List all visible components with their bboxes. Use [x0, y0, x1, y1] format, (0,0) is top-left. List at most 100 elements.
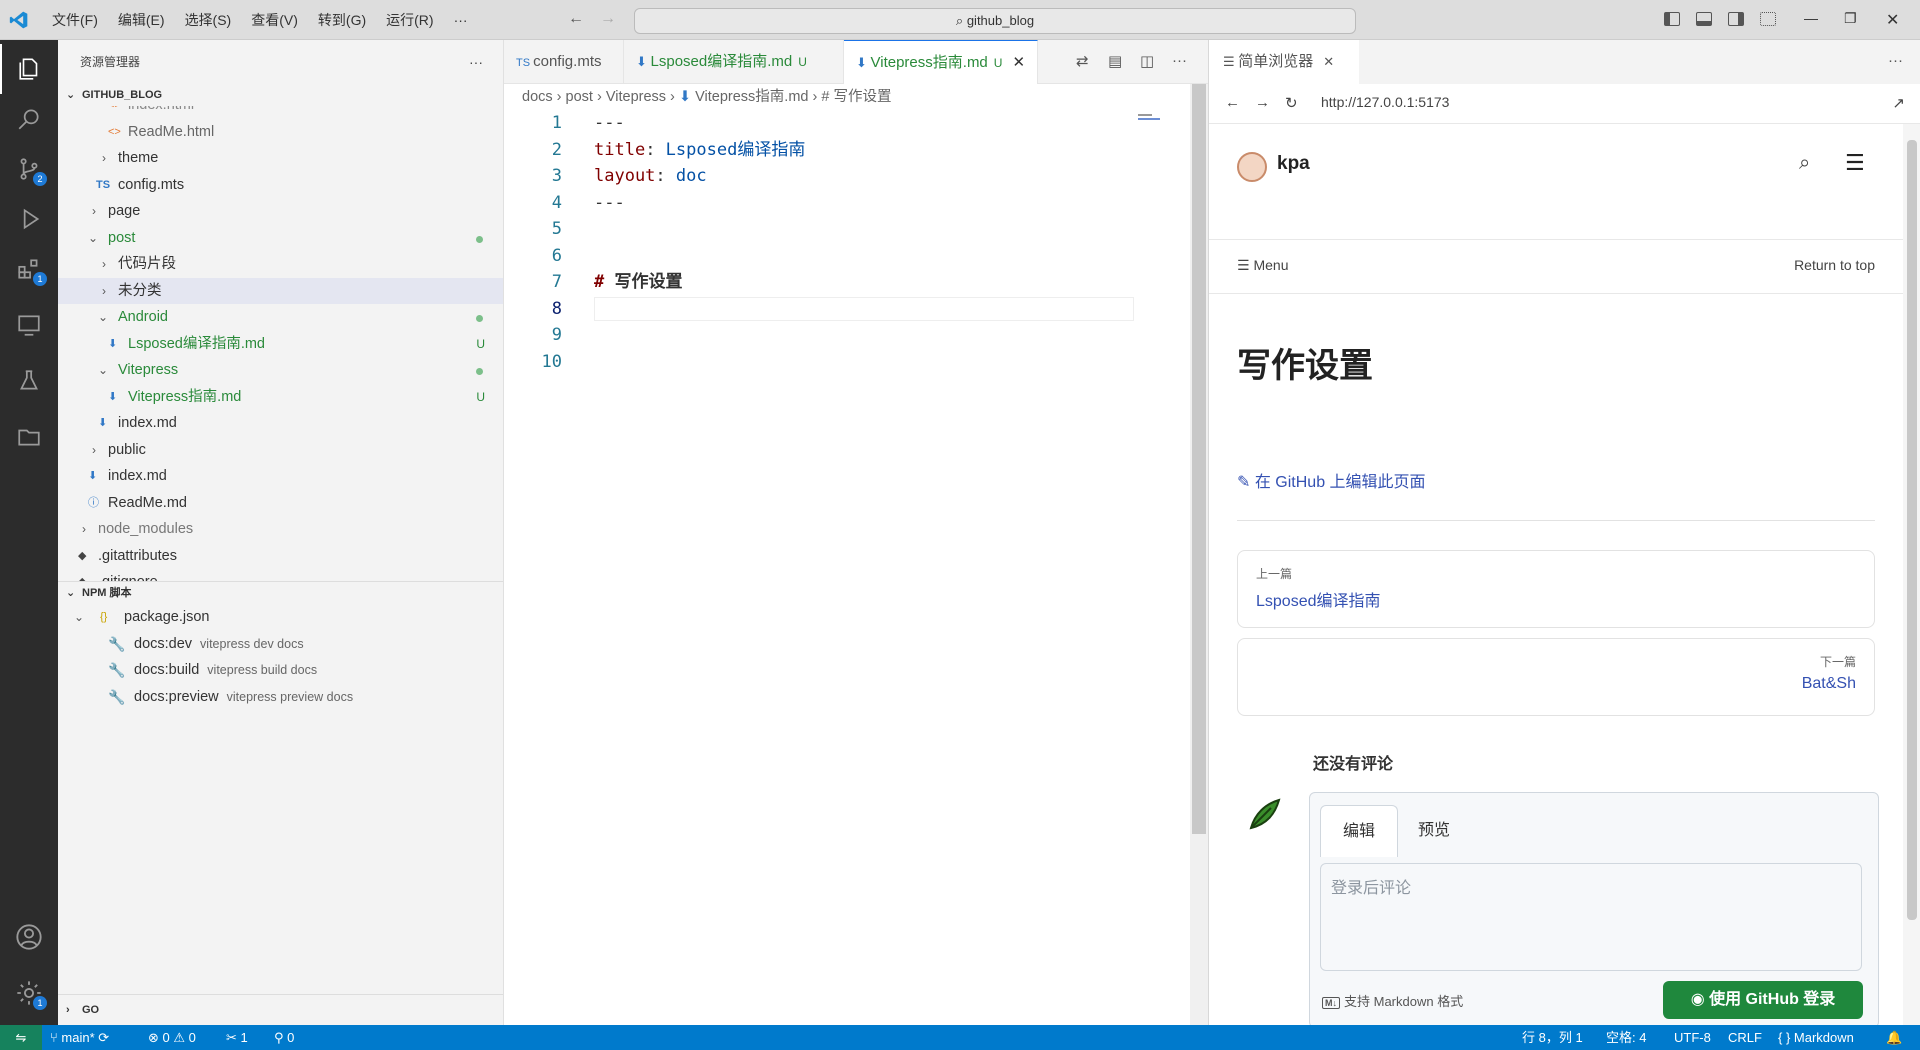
tab-edit[interactable]: 编辑	[1320, 805, 1399, 857]
close-tab-icon[interactable]: ✕	[1323, 54, 1334, 69]
tree-item-lsposed-md[interactable]: ⬇ Lsposed编译指南.md U	[58, 331, 503, 358]
go-section[interactable]: › GO	[58, 994, 503, 1025]
minimize-icon[interactable]: —	[1804, 10, 1818, 26]
npm-scripts-header[interactable]: ⌄ NPM 脚本	[58, 582, 503, 604]
tree-item-index-md[interactable]: ⬇ index.md	[58, 463, 503, 490]
site-title[interactable]: kpa	[1277, 153, 1310, 175]
tree-item-vitepress-md[interactable]: ⬇ Vitepress指南.md U	[58, 384, 503, 411]
site-logo-avatar[interactable]	[1237, 152, 1267, 182]
menu-more[interactable]: ···	[444, 12, 478, 28]
customize-layout-icon[interactable]	[1760, 12, 1776, 26]
split-editor-icon[interactable]: ◫	[1140, 52, 1154, 70]
sidebar-menu-button[interactable]: ☰ Menu	[1237, 257, 1288, 274]
tree-item-config-mts[interactable]: TS config.mts	[58, 172, 503, 199]
notifications-bell-icon[interactable]: 🔔	[1886, 1025, 1902, 1050]
accounts-icon[interactable]	[0, 912, 58, 962]
code-editor[interactable]: 1 --- 2 title: Lsposed编译指南 3 layout: doc 4-…	[504, 110, 1188, 1025]
return-to-top-link[interactable]: Return to top	[1794, 257, 1875, 273]
run-debug-icon[interactable]	[0, 194, 58, 244]
restore-icon[interactable]: ❐	[1844, 10, 1857, 27]
breadcrumb-item[interactable]: Vitepress指南.md	[695, 89, 808, 105]
github-login-button[interactable]: ◉ 使用 GitHub 登录	[1663, 981, 1863, 1019]
tree-item-android[interactable]: ⌄ Android	[58, 304, 503, 331]
line-ending[interactable]: CRLF	[1728, 1025, 1762, 1050]
folder-section-header[interactable]: ⌄ GITHUB_BLOG	[58, 84, 503, 106]
npm-script-build[interactable]: 🔧 docs:build vitepress build docs	[58, 657, 503, 684]
open-external-icon[interactable]: ↗	[1892, 94, 1905, 112]
tree-item-post[interactable]: ⌄ post	[58, 225, 503, 252]
toggle-primary-sidebar-icon[interactable]	[1664, 12, 1680, 26]
tree-item-readme-html[interactable]: <> ReadMe.html	[58, 119, 503, 146]
open-preview-icon[interactable]: ▤	[1108, 52, 1122, 70]
editor-scrollbar-thumb[interactable]	[1192, 84, 1206, 834]
compare-changes-icon[interactable]: ⇄	[1076, 52, 1089, 70]
more-actions-icon[interactable]: ···	[1888, 52, 1903, 69]
menu-view[interactable]: 查看(V)	[241, 10, 308, 30]
minimap[interactable]	[1138, 112, 1162, 122]
npm-script-dev[interactable]: 🔧 docs:dev vitepress dev docs	[58, 631, 503, 658]
tab-config-mts[interactable]: TS config.mts	[504, 40, 624, 84]
problems-status[interactable]: ⊗ 0 ⚠ 0	[148, 1025, 196, 1050]
remote-explorer-icon[interactable]	[0, 300, 58, 350]
tab-lsposed-md[interactable]: ⬇ Lsposed编译指南.md U	[624, 40, 844, 84]
extensions-icon[interactable]: 1	[0, 244, 58, 294]
browser-url-input[interactable]: http://127.0.0.1:5173	[1321, 94, 1449, 110]
browser-back-icon[interactable]: ←	[1225, 94, 1240, 111]
tree-item-vitepress[interactable]: ⌄ Vitepress	[58, 357, 503, 384]
browser-reload-icon[interactable]: ↻	[1285, 94, 1298, 112]
back-arrow-icon[interactable]: ←	[568, 10, 584, 28]
menu-file[interactable]: 文件(F)	[42, 10, 108, 30]
hamburger-menu-icon[interactable]: ☰	[1845, 150, 1865, 176]
breadcrumb-item[interactable]: Vitepress	[606, 89, 666, 105]
close-tab-icon[interactable]: ✕	[1012, 54, 1025, 71]
toggle-panel-icon[interactable]	[1696, 12, 1712, 26]
editor-more-icon[interactable]: ···	[1172, 52, 1187, 69]
tree-item-index-html[interactable]: <>index.html	[58, 106, 503, 119]
tools-status[interactable]: ✂ 1	[226, 1025, 248, 1050]
tree-item-public[interactable]: › public	[58, 437, 503, 464]
edit-on-github-link[interactable]: ✎ 在 GitHub 上编辑此页面	[1237, 468, 1426, 492]
search-icon[interactable]: ⌕	[1799, 152, 1810, 175]
browser-forward-icon[interactable]: →	[1255, 94, 1270, 111]
branch-status[interactable]: ⑂ main* ⟳	[50, 1025, 109, 1050]
tree-item-readme-md[interactable]: ⓘ ReadMe.md	[58, 490, 503, 517]
search-icon[interactable]	[0, 94, 58, 144]
encoding[interactable]: UTF-8	[1674, 1025, 1711, 1050]
npm-script-preview[interactable]: 🔧 docs:preview vitepress preview docs	[58, 684, 503, 711]
tree-item-post-index-md[interactable]: ⬇ index.md	[58, 410, 503, 437]
menu-edit[interactable]: 编辑(E)	[108, 10, 175, 30]
cursor-position[interactable]: 行 8，列 1	[1522, 1025, 1583, 1050]
breadcrumb-item[interactable]: docs	[522, 89, 553, 105]
breadcrumb-item[interactable]: post	[566, 89, 593, 105]
tree-item-gitattributes[interactable]: ◆ .gitattributes	[58, 543, 503, 570]
more-actions-icon[interactable]: ···	[469, 40, 483, 84]
npm-package-json[interactable]: ⌄{} package.json	[58, 604, 503, 631]
tab-preview[interactable]: 预览	[1396, 805, 1472, 857]
breadcrumb-item[interactable]: # 写作设置	[821, 89, 891, 105]
tree-item-page[interactable]: › page	[58, 198, 503, 225]
remote-indicator-icon[interactable]: ⇋	[0, 1025, 42, 1050]
forward-arrow-icon[interactable]: →	[600, 10, 616, 28]
language-mode[interactable]: { } Markdown	[1778, 1025, 1854, 1050]
tree-item-gitignore[interactable]: ◆.gitignore	[58, 569, 503, 581]
tree-item-uncategorized[interactable]: › 未分类	[58, 277, 503, 304]
explorer-icon[interactable]	[0, 44, 58, 94]
tree-item-node-modules[interactable]: › node_modules	[58, 516, 503, 543]
project-manager-icon[interactable]	[0, 412, 58, 462]
source-control-icon[interactable]: 2	[0, 144, 58, 194]
tab-vitepress-md[interactable]: ⬇ Vitepress指南.md U ✕	[844, 40, 1038, 84]
testing-icon[interactable]	[0, 356, 58, 406]
menu-selection[interactable]: 选择(S)	[175, 10, 242, 30]
ports-status[interactable]: ⚲ 0	[274, 1025, 294, 1050]
manage-gear-icon[interactable]: 1	[0, 968, 58, 1018]
command-center-search[interactable]: ⌕ github_blog	[634, 8, 1356, 34]
toggle-secondary-sidebar-icon[interactable]	[1728, 12, 1744, 26]
browser-scrollbar-thumb[interactable]	[1907, 140, 1917, 920]
menu-run[interactable]: 运行(R)	[376, 10, 443, 30]
next-page-card[interactable]: 下一篇 Bat&Sh	[1237, 638, 1875, 716]
menu-go[interactable]: 转到(G)	[308, 10, 376, 30]
comment-textarea[interactable]: 登录后评论	[1320, 863, 1862, 971]
indentation[interactable]: 空格: 4	[1606, 1025, 1646, 1050]
prev-page-card[interactable]: 上一篇 Lsposed编译指南	[1237, 550, 1875, 628]
markdown-support-note[interactable]: M↓ 支持 Markdown 格式	[1322, 991, 1463, 1010]
